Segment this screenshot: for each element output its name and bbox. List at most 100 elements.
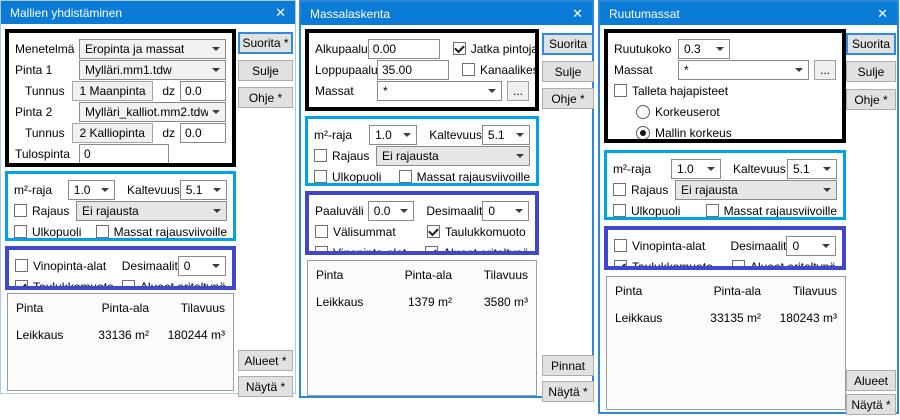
massat-rajausviivoille-checkbox[interactable] [399, 170, 412, 183]
dz1-input[interactable] [180, 81, 226, 101]
chevron-down-icon [213, 188, 221, 192]
massat-dropdown[interactable]: * [377, 81, 502, 101]
pinta1-dropdown[interactable]: Mylläri.mm1.tdw [79, 60, 226, 80]
dz2-input[interactable] [180, 123, 226, 143]
taulukkomuoto-checkbox[interactable] [427, 225, 440, 238]
suorita-button[interactable]: Suorita [846, 33, 896, 55]
alueet-eriteltyna-checkbox[interactable] [732, 260, 745, 270]
desimaalit-dropdown[interactable]: 0 [786, 236, 836, 256]
paaluvali-dropdown[interactable]: 0.0 [368, 201, 415, 221]
dz2-label: dz [162, 126, 175, 140]
pinnat-button[interactable]: Pinnat [542, 355, 594, 376]
valisummat-checkbox[interactable] [315, 225, 328, 238]
tulospinta-input[interactable] [79, 144, 169, 164]
raja-group: m²-raja 1.0 Kaltevuus 5.1 Rajaus Ei raja… [305, 116, 539, 186]
korkeuserot-radio[interactable] [636, 105, 650, 119]
talleta-hajapisteet-checkbox[interactable] [614, 84, 627, 97]
cell-pinta-ala: 1379 m² [368, 295, 452, 309]
pinta1-label: Pinta 1 [15, 63, 79, 77]
massat-dropdown[interactable]: * [678, 60, 809, 80]
kaltevuus-dropdown[interactable]: 5.1 [787, 159, 837, 179]
table-row[interactable]: Leikkaus 1379 m² 3580 m³ [316, 295, 528, 309]
nayta-button[interactable]: Näytä * [542, 381, 594, 402]
rajaus-label: Rajaus [631, 183, 675, 197]
ulkopuoli-checkbox[interactable] [14, 225, 27, 238]
massat-rajausviivoille-label: Massat rajausviivoille [724, 204, 837, 218]
massat-row: Massat * ... [614, 60, 836, 79]
alueet-button[interactable]: Alueet [846, 370, 896, 391]
ohje-button[interactable]: Ohje * [542, 88, 594, 109]
alueet-button[interactable]: Alueet * [238, 350, 293, 371]
kaltevuus-dropdown[interactable]: 5.1 [180, 180, 227, 200]
alueet-eriteltyna-checkbox[interactable] [425, 246, 438, 255]
rajaus-checkbox[interactable] [14, 204, 27, 217]
m2raja-dropdown[interactable]: 1.0 [369, 125, 417, 145]
massat-row: Massat * ... [315, 81, 529, 100]
talleta-hajapisteet-label: Talleta hajapisteet [632, 84, 728, 98]
rajaus-row: Rajaus Ei rajausta [314, 146, 530, 165]
ohje-button[interactable]: Ohje * [238, 87, 293, 108]
kanaalikeskiarvot-checkbox[interactable] [462, 63, 475, 76]
kaltevuus-dropdown[interactable]: 5.1 [482, 125, 530, 145]
vinopinta-alat-checkbox[interactable] [315, 246, 328, 255]
rajaus-dropdown[interactable]: Ei rajausta [376, 146, 530, 166]
m2raja-row: m²-raja 1.0 Kaltevuus 5.1 [14, 180, 227, 199]
mallin-korkeus-row: Mallin korkeus [636, 123, 836, 142]
massat-rajausviivoille-checkbox[interactable] [96, 225, 109, 238]
taulukkomuoto-checkbox[interactable] [614, 260, 627, 270]
menetelma-dropdown[interactable]: Eropinta ja massat [79, 39, 226, 59]
desimaalit-dropdown[interactable]: 0 [178, 256, 226, 276]
table-row[interactable]: Leikkaus 33136 m² 180244 m³ [16, 328, 225, 342]
close-icon[interactable]: ✕ [572, 7, 583, 20]
alueet-eriteltyna-checkbox[interactable] [122, 280, 135, 290]
browse-button[interactable]: ... [814, 60, 836, 80]
m2raja-dropdown[interactable]: 1.0 [68, 180, 115, 200]
close-icon[interactable]: ✕ [275, 6, 286, 19]
kanaalikeskiarvot-label: Kanaalikeskiarvot [480, 63, 539, 77]
ruutukoko-row: Ruutukoko 0.3 [614, 39, 836, 58]
taulukkomuoto-checkbox[interactable] [15, 280, 28, 290]
title-bar[interactable]: Massalaskenta ✕ [301, 2, 592, 25]
alkupaalu-input[interactable] [368, 39, 440, 59]
rajaus-checkbox[interactable] [314, 149, 327, 162]
ohje-button[interactable]: Ohje * [846, 89, 896, 110]
mallin-korkeus-radio[interactable] [636, 126, 650, 140]
suorita-button[interactable]: Suorita * [238, 32, 293, 54]
desimaalit-dropdown[interactable]: 0 [482, 201, 529, 221]
rajaus-checkbox[interactable] [613, 183, 626, 196]
results-table: Pinta Pinta-ala Tilavuus Leikkaus 33135 … [606, 276, 846, 410]
column-header-pinta-ala: Pinta-ala [677, 284, 761, 298]
massat-rajausviivoille-label: Massat rajausviivoille [114, 225, 227, 239]
m2raja-dropdown[interactable]: 1.0 [671, 159, 721, 179]
title-bar[interactable]: Ruutumassat ✕ [600, 2, 897, 25]
pinta2-dropdown[interactable]: Mylläri_kalliot.mm2.tdw [79, 102, 226, 122]
dialog-ruutumassat: Ruutumassat ✕ Ruutukoko 0.3 Massat * ...… [598, 0, 899, 414]
ulkopuoli-checkbox[interactable] [314, 170, 327, 183]
vinopinta-alat-checkbox[interactable] [15, 259, 28, 272]
ruutukoko-label: Ruutukoko [614, 42, 678, 56]
vinopinta-row: Vinopinta-alat Desimaalit 0 [15, 256, 226, 275]
nayta-button[interactable]: Näytä * [238, 376, 293, 397]
column-header-tilavuus: Tilavuus [452, 268, 528, 282]
rajaus-dropdown[interactable]: Ei rajausta [76, 201, 227, 221]
suorita-button[interactable]: Suorita [542, 33, 594, 55]
jatka-pintoja-checkbox[interactable] [453, 42, 466, 55]
raja-group: m²-raja 1.0 Kaltevuus 5.1 Rajaus Ei raja… [604, 150, 846, 220]
sulje-button[interactable]: Sulje [238, 60, 293, 81]
rajaus-row: Rajaus Ei rajausta [14, 201, 227, 220]
massat-rajausviivoille-checkbox[interactable] [706, 204, 719, 217]
rajaus-dropdown[interactable]: Ei rajausta [675, 180, 837, 200]
browse-button[interactable]: ... [507, 81, 529, 101]
sulje-button[interactable]: Sulje [542, 61, 594, 82]
nayta-button[interactable]: Näytä * [846, 394, 896, 415]
table-row[interactable]: Leikkaus 33135 m² 180243 m³ [615, 311, 837, 325]
ulkopuoli-checkbox[interactable] [613, 204, 626, 217]
cell-pinta: Leikkaus [316, 295, 368, 309]
vinopinta-alat-label: Vinopinta-alat [632, 239, 705, 253]
title-bar[interactable]: Mallien yhdistäminen ✕ [1, 1, 295, 24]
vinopinta-alat-checkbox[interactable] [614, 239, 627, 252]
loppupaalu-input[interactable] [377, 60, 449, 80]
close-icon[interactable]: ✕ [877, 7, 888, 20]
sulje-button[interactable]: Sulje [846, 61, 896, 82]
ruutukoko-dropdown[interactable]: 0.3 [678, 39, 730, 59]
